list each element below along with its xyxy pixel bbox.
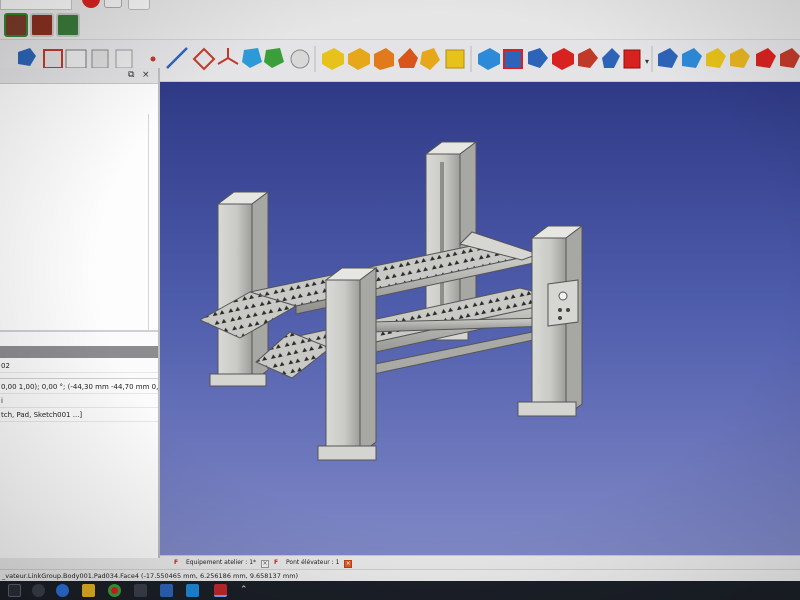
property-row[interactable]: 0,00 1,00); 0,00 °; (-44,30 mm -44,70 mm… [0, 380, 158, 394]
workbench-selector[interactable] [0, 0, 72, 10]
local-cs-icon [217, 48, 239, 65]
chamfer-icon [682, 48, 702, 68]
start-icon[interactable] [8, 584, 21, 597]
chrome-icon[interactable] [108, 584, 121, 597]
lift-model [198, 141, 584, 461]
view-section-icon[interactable] [56, 13, 80, 37]
linear-pattern-icon [780, 48, 800, 68]
thickness-icon [730, 48, 750, 68]
dropdown-arrow-icon: ▾ [645, 57, 649, 66]
subtractive-prism-icon [623, 49, 641, 69]
freecad-icon[interactable] [214, 584, 227, 597]
tab-pont-elevateur[interactable]: F Pont élévateur : 1 × [274, 557, 353, 569]
3d-view[interactable] [160, 82, 800, 558]
freecad-doc-icon: F [274, 559, 279, 566]
property-row[interactable]: 02 [0, 359, 158, 373]
property-view: 02 0,00 1,00); 0,00 °; (-44,30 mm -44,70… [0, 330, 158, 558]
chevron-icon[interactable]: ⌃ [240, 584, 253, 597]
subtractive-torus-icon [578, 48, 598, 68]
search-icon[interactable] [32, 584, 45, 597]
property-row[interactable]: i [0, 394, 158, 408]
datum-line-icon [166, 47, 188, 69]
float-panel-icon[interactable]: ⧉ [128, 70, 134, 80]
file-explorer-icon[interactable] [82, 584, 95, 597]
panel-title-bar: ⧉ × [0, 68, 158, 84]
windows-taskbar: ⌃ [0, 581, 800, 600]
clone-icon [91, 49, 109, 69]
view-clip-icon[interactable] [30, 13, 54, 37]
additive-cylinder-icon [348, 48, 370, 70]
close-tab-icon[interactable]: × [260, 560, 269, 568]
app-icon[interactable] [134, 584, 147, 597]
document-tabs: F Equipement atelier : 1* × F Pont éléva… [160, 555, 800, 569]
subtractive-wedge-icon [602, 48, 620, 68]
attach-icon [65, 49, 87, 69]
toolbar-row-1 [0, 0, 800, 40]
edit-macro-icon[interactable] [128, 0, 150, 10]
additive-cone-icon [398, 48, 418, 68]
datum-plane-icon [192, 47, 216, 71]
property-header [0, 346, 158, 358]
tab-equipement-atelier[interactable]: F Equipement atelier : 1* × [174, 557, 269, 569]
tree-scrollbar[interactable] [148, 114, 152, 334]
freecad-doc-icon: F [174, 559, 179, 566]
shapebinder-icon [115, 49, 133, 69]
additive-box-icon [322, 48, 344, 70]
close-panel-icon[interactable]: × [142, 70, 150, 80]
combo-view-panel: ⧉ × 02 0,00 1,00); 0,00 °; (-44,30 mm -4… [0, 68, 160, 558]
subtractive-cylinder-icon [503, 49, 523, 69]
additive-prism-icon [445, 49, 465, 69]
additive-torus-icon [420, 48, 440, 70]
record-macro-icon[interactable] [82, 0, 100, 8]
hole-icon [290, 49, 310, 69]
pocket-icon [264, 48, 284, 68]
additive-sphere-icon [374, 48, 394, 70]
freecad-window: ▾ ⧉ × 02 0,00 1,00); 0,00 °; (-44,30 mm … [0, 0, 800, 600]
draft-icon [706, 48, 726, 68]
status-bar: _vateur.LinkGroup.Body001.Pad034.Face4 (… [0, 569, 800, 581]
pad-icon [242, 48, 262, 68]
close-tab-icon[interactable]: × [344, 560, 353, 568]
app-icon-3[interactable] [186, 584, 199, 597]
fillet-icon [658, 48, 678, 68]
property-row[interactable]: tch, Pad, Sketch001 ...] [0, 408, 158, 422]
control-box [547, 279, 579, 327]
model-tree[interactable] [0, 84, 158, 334]
subtractive-box-icon [478, 48, 500, 70]
body-icon [18, 48, 36, 66]
sketch-icon [43, 49, 63, 69]
post-back-left [209, 191, 270, 387]
subtractive-sphere-icon [528, 48, 548, 68]
edge-icon[interactable] [56, 584, 69, 597]
datum-point-icon [150, 56, 156, 62]
subtractive-cone-icon [552, 48, 574, 70]
post-front-left [317, 267, 378, 461]
stop-macro-icon[interactable] [104, 0, 122, 8]
mirrored-icon [756, 48, 776, 68]
view-measure-icon[interactable] [4, 13, 28, 37]
app-icon-2[interactable] [160, 584, 173, 597]
